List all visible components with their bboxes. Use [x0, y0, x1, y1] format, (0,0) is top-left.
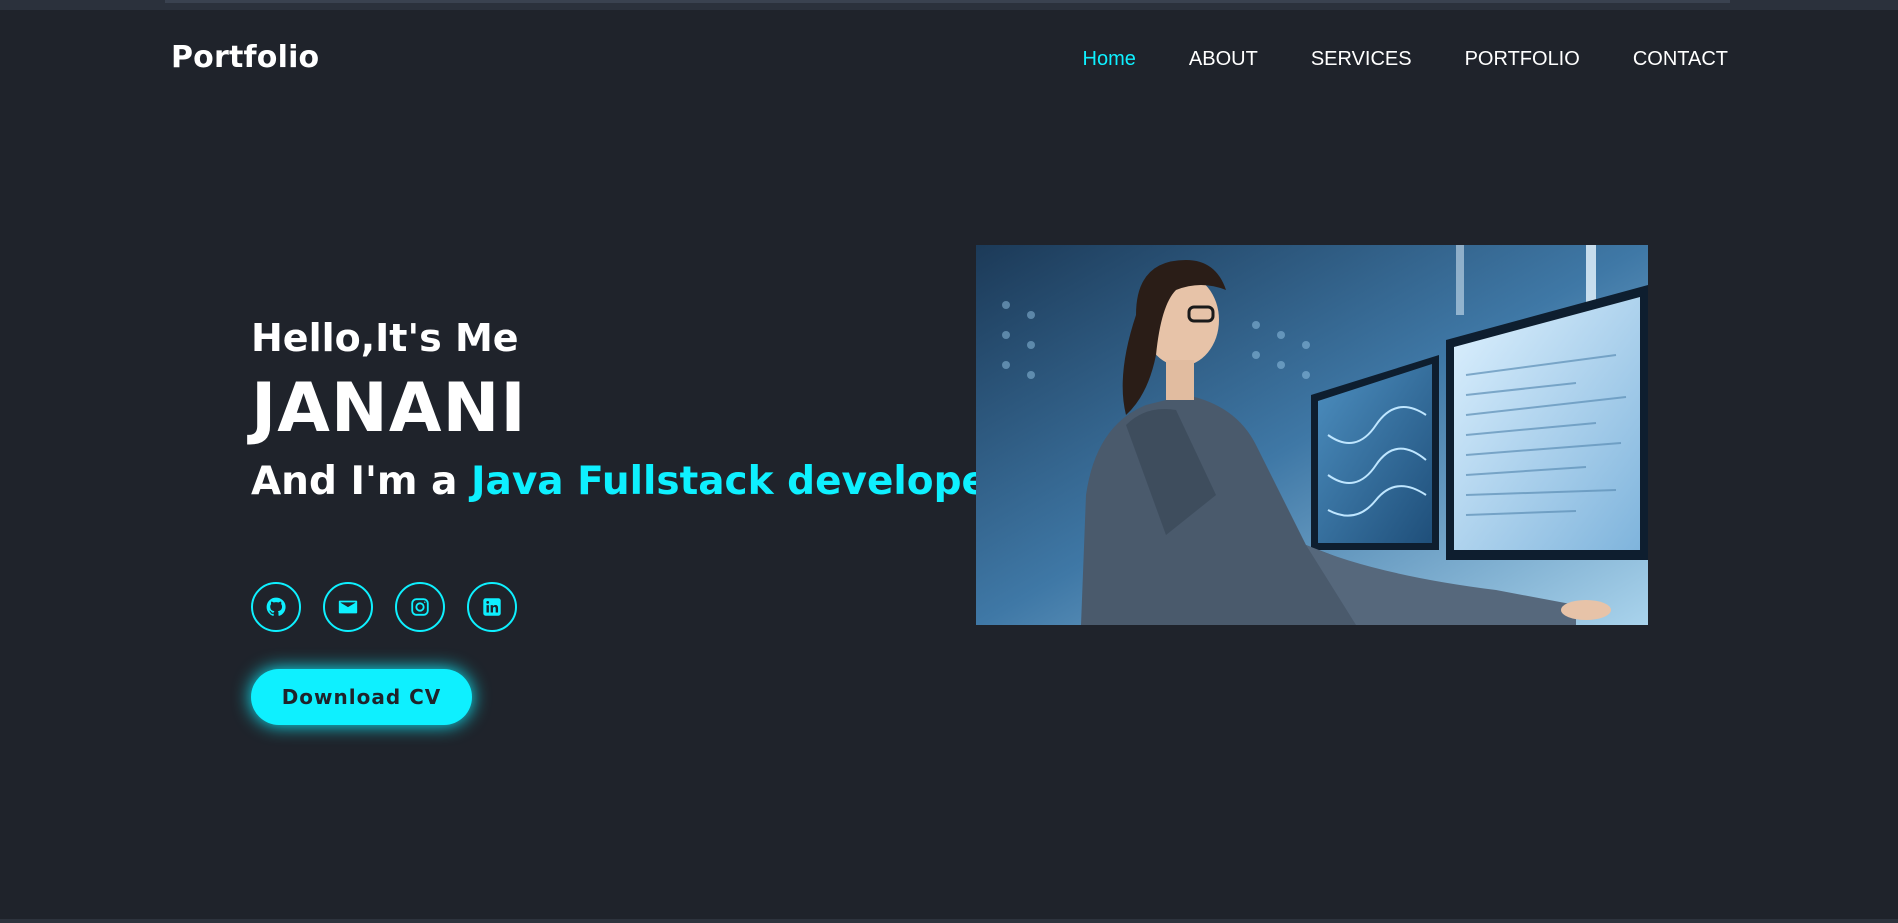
hero-intro: Hello,It's Me JANANI And I'm a Java Full… [251, 310, 1021, 512]
hero-image [976, 245, 1648, 625]
browser-top-bar [0, 0, 1898, 10]
nav-contact[interactable]: CONTACT [1633, 48, 1728, 71]
download-cv-button[interactable]: Download CV [251, 669, 472, 725]
hero-name: JANANI [251, 369, 527, 448]
page-bottom-edge [0, 919, 1898, 923]
nav-services[interactable]: SERVICES [1311, 48, 1412, 71]
instagram-link[interactable] [395, 582, 445, 632]
social-links [251, 582, 517, 632]
linkedin-link[interactable] [467, 582, 517, 632]
github-icon [266, 597, 286, 616]
hero-role-highlight: Java Fullstack developer [471, 459, 1008, 504]
browser-top-bar-inner [165, 0, 1730, 3]
instagram-icon [411, 598, 429, 616]
main-nav: Home ABOUT SERVICES PORTFOLIO CONTACT [1083, 48, 1728, 71]
hero-role: And I'm a Java Fullstack developer| [251, 452, 1021, 512]
site-logo[interactable]: Portfolio [171, 40, 319, 75]
mail-icon [338, 600, 358, 614]
nav-portfolio[interactable]: PORTFOLIO [1465, 48, 1580, 71]
mail-link[interactable] [323, 582, 373, 632]
hero-greeting: Hello,It's Me [251, 316, 519, 360]
developer-at-workstation-illustration [976, 245, 1648, 625]
linkedin-icon [483, 598, 501, 616]
github-link[interactable] [251, 582, 301, 632]
nav-home[interactable]: Home [1083, 48, 1136, 71]
nav-about[interactable]: ABOUT [1189, 48, 1258, 71]
site-header: Portfolio Home ABOUT SERVICES PORTFOLIO … [0, 10, 1898, 110]
hero-role-prefix: And I'm a [251, 459, 472, 504]
